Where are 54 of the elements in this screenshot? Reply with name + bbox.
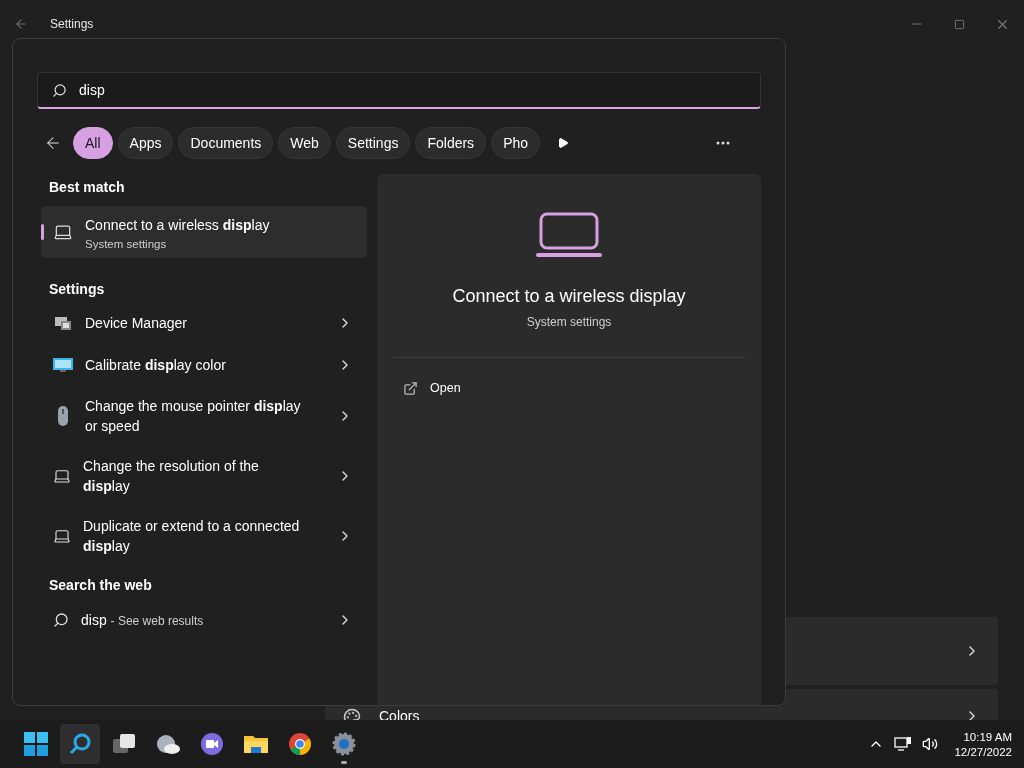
gear-icon [332, 732, 356, 756]
network-icon[interactable] [894, 736, 913, 752]
setting-result[interactable]: Duplicate or extend to a connected display [41, 506, 367, 566]
external-link-icon [403, 380, 418, 396]
search-icon [52, 83, 67, 98]
result-title: Calibrate display color [85, 356, 227, 375]
search-icon [53, 612, 69, 628]
laptop-icon [53, 527, 71, 545]
setting-result[interactable]: Change the mouse pointer display or speed [41, 386, 367, 446]
chrome-icon [288, 732, 312, 756]
preview-subtitle: System settings [526, 315, 612, 329]
search-icon [68, 732, 92, 756]
result-title: Change the resolution of the display [83, 457, 260, 496]
filter-chip[interactable]: All [73, 127, 113, 159]
back-icon [44, 134, 62, 152]
laptop-icon [53, 467, 71, 485]
section-heading: Search the web [48, 576, 153, 595]
folder-icon [243, 733, 269, 755]
filter-chip[interactable]: Web [278, 127, 331, 159]
best-match-item[interactable]: Connect to a wireless display System settings [41, 206, 367, 258]
play-icon [557, 137, 569, 149]
result-subtitle: System settings [85, 237, 168, 250]
filter-chip[interactable]: Settings [335, 127, 411, 159]
video-chat-icon [200, 732, 224, 756]
section-heading: Settings [48, 280, 106, 299]
section-heading: Best match [48, 178, 126, 197]
result-title: Connect to a wireless display [85, 215, 270, 235]
more-icon [716, 141, 730, 145]
open-action[interactable]: Open [393, 368, 745, 408]
search-field[interactable]: disp [37, 72, 761, 109]
cloud-icon [155, 733, 181, 755]
restore-icon[interactable] [954, 18, 965, 30]
filter-chip[interactable]: Documents [178, 127, 274, 159]
result-title: Change the mouse pointer display or speed [85, 397, 302, 436]
task-view-icon [112, 733, 136, 755]
filter-chip[interactable]: Pho [491, 127, 541, 159]
result-title: Duplicate or extend to a connected display [83, 517, 301, 556]
volume-icon[interactable] [922, 736, 939, 752]
web-query: disp - See web results [81, 612, 205, 628]
windows-logo-icon [24, 732, 48, 756]
device-manager-icon [53, 314, 73, 332]
setting-result[interactable]: Device Manager [41, 302, 367, 344]
result-title: Device Manager [85, 314, 188, 333]
window-title: Settings [50, 17, 94, 31]
filter-chip[interactable]: Folders [415, 127, 487, 159]
clock[interactable]: 10:19 AM 12/27/2022 [954, 730, 1012, 758]
preview-title: Connect to a wireless display [452, 286, 686, 307]
monitor-icon [53, 356, 73, 374]
filter-chip[interactable]: Apps [117, 127, 174, 159]
back-icon[interactable] [14, 17, 28, 31]
setting-result[interactable]: Change the resolution of the display [41, 446, 367, 506]
web-result[interactable]: disp - See web results [41, 598, 367, 642]
setting-result[interactable]: Calibrate display color [41, 344, 367, 386]
laptop-icon [536, 212, 602, 258]
